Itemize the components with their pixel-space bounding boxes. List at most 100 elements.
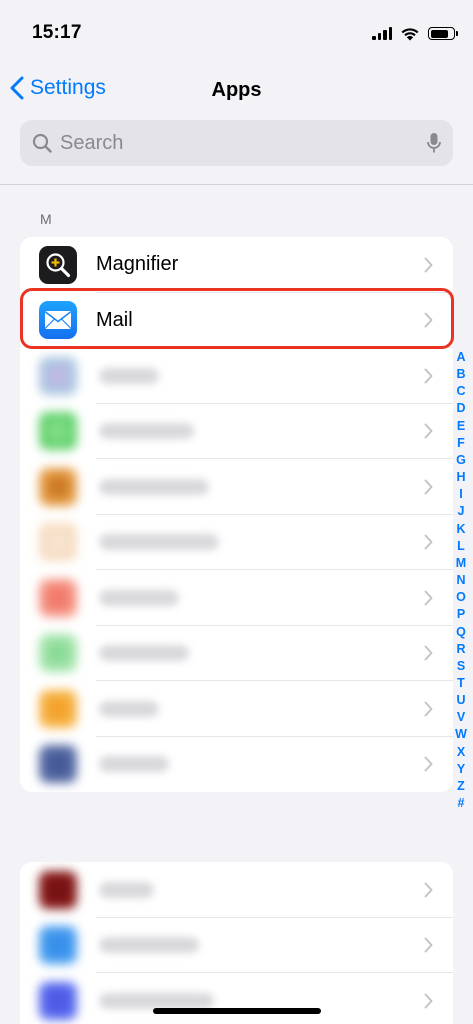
- app-label: Magnifier: [96, 253, 179, 276]
- chevron-right-icon: [424, 756, 433, 772]
- blurred-app-rows: [20, 348, 453, 792]
- battery-icon: [428, 27, 458, 40]
- list-item-redacted[interactable]: [20, 918, 453, 973]
- app-label-redacted: [99, 534, 219, 551]
- chevron-right-icon: [424, 937, 433, 953]
- index-letter[interactable]: V: [457, 709, 465, 726]
- app-label-redacted: [99, 645, 189, 662]
- app-label-redacted: [99, 992, 214, 1009]
- chevron-right-icon: [424, 423, 433, 439]
- navigation-bar: Settings Apps: [0, 70, 473, 114]
- chevron-right-icon: [424, 257, 433, 273]
- index-letter[interactable]: J: [458, 503, 465, 520]
- wifi-icon: [401, 28, 419, 41]
- app-icon-redacted: [39, 356, 77, 395]
- chevron-right-icon: [424, 701, 433, 717]
- list-item-mail[interactable]: Mail: [20, 293, 453, 348]
- list-item-redacted[interactable]: [20, 681, 453, 737]
- index-letter[interactable]: F: [457, 435, 465, 452]
- app-icon-redacted: [39, 412, 77, 451]
- magnifier-icon: [39, 245, 77, 284]
- app-icon-redacted: [39, 870, 77, 909]
- app-label-redacted: [99, 937, 199, 954]
- index-letter[interactable]: M: [456, 555, 466, 572]
- index-letter[interactable]: N: [456, 572, 465, 589]
- divider: [0, 184, 473, 185]
- index-letter[interactable]: O: [456, 589, 466, 606]
- section-header: M: [40, 211, 52, 227]
- index-letter[interactable]: L: [457, 538, 465, 555]
- chevron-right-icon: [424, 645, 433, 661]
- app-icon-redacted: [39, 523, 77, 562]
- app-icon-redacted: [39, 467, 77, 506]
- index-letter[interactable]: K: [456, 521, 465, 538]
- index-letter[interactable]: A: [456, 349, 465, 366]
- app-label-redacted: [99, 367, 159, 384]
- section-index-bar[interactable]: A B C D E F G H I J K L M N O P Q R S T U V W X Y Z #: [454, 349, 468, 812]
- index-letter[interactable]: R: [456, 641, 465, 658]
- index-letter[interactable]: U: [456, 692, 465, 709]
- index-letter[interactable]: H: [456, 469, 465, 486]
- blurred-app-rows-2: [20, 862, 453, 1024]
- apps-list-group-2: [20, 862, 453, 1024]
- search-input[interactable]: Search: [20, 120, 453, 166]
- list-item-redacted[interactable]: [20, 973, 453, 1024]
- cellular-signal-icon: [372, 27, 392, 40]
- app-label-redacted: [99, 881, 154, 898]
- list-item-redacted[interactable]: [20, 348, 453, 404]
- app-icon-redacted: [39, 981, 77, 1020]
- mail-icon: [39, 301, 77, 340]
- index-letter[interactable]: I: [459, 486, 462, 503]
- chevron-right-icon: [424, 590, 433, 606]
- index-letter[interactable]: C: [456, 383, 465, 400]
- index-letter[interactable]: X: [457, 744, 465, 761]
- app-label-redacted: [99, 756, 169, 773]
- chevron-right-icon: [424, 882, 433, 898]
- app-label-redacted: [99, 478, 209, 495]
- index-letter[interactable]: Z: [457, 778, 465, 795]
- list-item-redacted[interactable]: [20, 737, 453, 793]
- apps-list-group: Magnifier Mail: [20, 237, 453, 792]
- chevron-right-icon: [424, 534, 433, 550]
- page-title: Apps: [211, 79, 262, 101]
- list-item-redacted[interactable]: [20, 515, 453, 570]
- app-icon-redacted: [39, 745, 77, 784]
- index-letter[interactable]: Q: [456, 624, 466, 641]
- home-indicator[interactable]: [153, 1008, 321, 1014]
- app-icon-redacted: [39, 578, 77, 617]
- list-item-redacted[interactable]: [20, 862, 453, 918]
- status-time: 15:17: [32, 22, 82, 43]
- index-letter[interactable]: B: [456, 366, 465, 383]
- index-letter[interactable]: G: [456, 452, 466, 469]
- app-label: Mail: [96, 308, 133, 331]
- index-letter[interactable]: W: [455, 726, 467, 743]
- app-icon-redacted: [39, 689, 77, 728]
- app-label-redacted: [99, 589, 179, 606]
- chevron-right-icon: [424, 368, 433, 384]
- chevron-right-icon: [424, 312, 433, 328]
- status-icons: [372, 26, 458, 41]
- index-letter[interactable]: S: [457, 658, 465, 675]
- microphone-icon[interactable]: [427, 132, 441, 154]
- index-letter[interactable]: P: [457, 606, 465, 623]
- index-letter[interactable]: E: [457, 418, 465, 435]
- search-icon: [32, 133, 52, 153]
- battery-level: [430, 29, 449, 38]
- app-label-redacted: [99, 423, 194, 440]
- chevron-right-icon: [424, 993, 433, 1009]
- list-item-redacted[interactable]: [20, 459, 453, 515]
- list-item-redacted[interactable]: [20, 570, 453, 626]
- app-icon-redacted: [39, 926, 77, 965]
- index-letter[interactable]: #: [458, 795, 465, 812]
- status-bar: 15:17: [0, 0, 473, 60]
- index-letter[interactable]: Y: [457, 761, 465, 778]
- chevron-right-icon: [424, 479, 433, 495]
- index-letter[interactable]: T: [457, 675, 465, 692]
- list-item-redacted[interactable]: [20, 404, 453, 459]
- app-label-redacted: [99, 700, 159, 717]
- list-item-redacted[interactable]: [20, 626, 453, 681]
- index-letter[interactable]: D: [456, 400, 465, 417]
- list-item-magnifier[interactable]: Magnifier: [20, 237, 453, 293]
- app-icon-redacted: [39, 634, 77, 673]
- search-placeholder: Search: [60, 131, 124, 154]
